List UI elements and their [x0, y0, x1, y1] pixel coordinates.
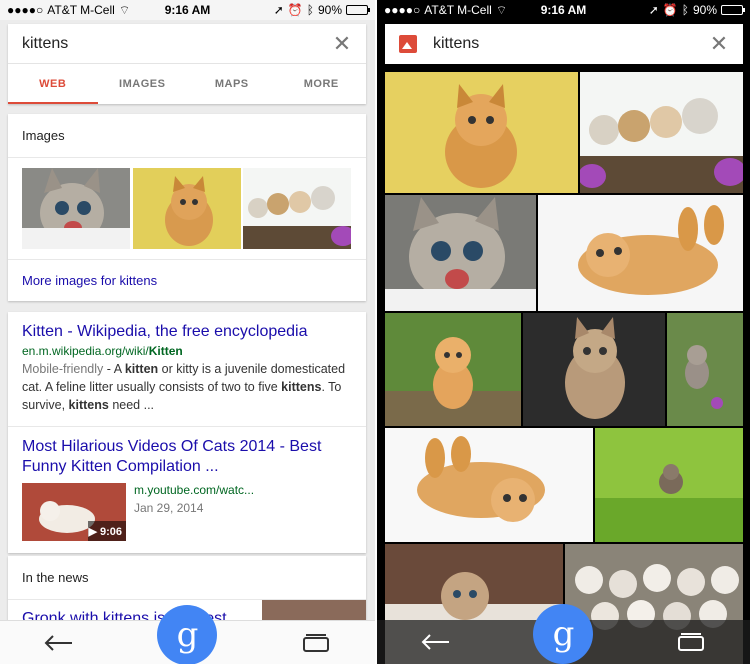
kitten-image[interactable] [667, 313, 743, 426]
carrier-name: AT&T M-Cell [424, 3, 492, 17]
kitten-thumbnail[interactable] [132, 168, 242, 249]
wifi-icon: ⌔ [495, 2, 508, 17]
tab-images[interactable]: IMAGES [98, 64, 188, 104]
images-card-header: Images [8, 114, 366, 158]
result-date: Jan 29, 2014 [134, 501, 204, 515]
news-header: In the news [8, 556, 366, 600]
right-screen: ●●●●○ AT&T M-Cell ⌔ 9:16 AM ➚ ⏰ ᛒ 90% ki… [377, 0, 750, 664]
close-icon[interactable]: ✕ [709, 33, 729, 55]
battery-icon [721, 5, 745, 15]
kitten-thumbnail[interactable] [22, 168, 131, 249]
search-input[interactable]: kittens [433, 35, 709, 53]
result-url: en.m.wikipedia.org/wiki/Kitten [22, 344, 183, 358]
carrier-name: AT&T M-Cell [47, 3, 115, 17]
google-search-button[interactable]: g [157, 604, 218, 664]
google-search-button[interactable]: g [533, 604, 594, 664]
wifi-icon: ⌔ [118, 2, 131, 17]
tab-web[interactable]: WEB [8, 64, 98, 104]
images-card: Images More images for kittens [8, 114, 366, 301]
location-icon: ➚ [648, 3, 659, 17]
kitten-image[interactable] [523, 313, 665, 426]
result-snippet: Mobile-friendly - A kitten or kitty is a… [22, 362, 346, 412]
image-strip [8, 158, 366, 259]
alarm-icon: ⏰ [662, 3, 678, 17]
result-title[interactable]: Kitten - Wikipedia, the free encyclopedi… [22, 322, 352, 342]
kitten-image[interactable] [580, 72, 743, 193]
search-tabs: WEB IMAGES MAPS MORE [8, 64, 366, 104]
search-result: Kitten - Wikipedia, the free encyclopedi… [8, 312, 366, 427]
search-result: Most Hilarious Videos Of Cats 2014 - Bes… [8, 427, 366, 553]
image-search-bar: kittens ✕ [385, 24, 743, 64]
search-input[interactable]: kittens [22, 35, 332, 53]
bottom-nav: g [377, 604, 750, 664]
battery-icon [346, 5, 370, 15]
back-arrow-icon[interactable] [416, 627, 456, 657]
status-bar: ●●●●○ AT&T M-Cell ⌔ 9:16 AM ➚ ⏰ ᛒ 90% [0, 0, 375, 20]
tab-maps[interactable]: MAPS [187, 64, 277, 104]
video-thumbnail[interactable]: ▶ 9:06 [22, 483, 126, 541]
battery-percent: 90% [317, 3, 342, 17]
signal-icon: ●●●●○ [384, 3, 421, 17]
tab-more[interactable]: MORE [277, 64, 367, 104]
status-bar: ●●●●○ AT&T M-Cell ⌔ 9:16 AM ➚ ⏰ ᛒ 90% [377, 0, 750, 20]
result-title[interactable]: Most Hilarious Videos Of Cats 2014 - Bes… [22, 437, 352, 477]
kitten-image[interactable] [385, 313, 521, 426]
bottom-nav: g [0, 604, 375, 664]
back-arrow-icon[interactable] [39, 628, 79, 658]
more-images-link[interactable]: More images for kittens [8, 259, 366, 301]
battery-percent: 90% [692, 3, 717, 17]
bluetooth-icon: ᛒ [681, 3, 689, 17]
tabs-icon[interactable] [296, 628, 336, 658]
close-icon[interactable]: ✕ [332, 32, 352, 55]
kitten-image[interactable] [385, 428, 593, 542]
kitten-image[interactable] [595, 428, 743, 542]
location-icon: ➚ [273, 3, 284, 17]
bluetooth-icon: ᛒ [306, 3, 314, 17]
kitten-image[interactable] [538, 195, 743, 311]
video-duration: ▶ 9:06 [88, 526, 122, 538]
image-search-icon [399, 35, 417, 53]
kitten-thumbnail[interactable] [243, 168, 353, 249]
signal-icon: ●●●●○ [7, 3, 44, 17]
result-url: m.youtube.com/watc... [134, 483, 255, 497]
tabs-icon[interactable] [671, 627, 711, 657]
kitten-image[interactable] [385, 72, 578, 193]
results-card: Kitten - Wikipedia, the free encyclopedi… [8, 312, 366, 553]
kitten-image[interactable] [385, 195, 536, 311]
left-screen: ●●●●○ AT&T M-Cell ⌔ 9:16 AM ➚ ⏰ ᛒ 90% ki… [0, 0, 375, 664]
search-card: kittens ✕ WEB IMAGES MAPS MORE [8, 24, 366, 104]
alarm-icon: ⏰ [287, 3, 303, 17]
